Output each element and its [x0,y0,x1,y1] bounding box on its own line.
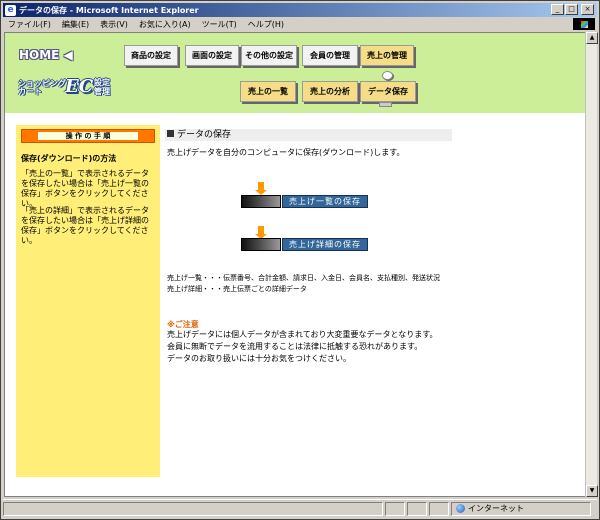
minimize-button[interactable]: _ [551,4,564,15]
status-zone-label: インターネット [468,504,524,513]
intro-text: 売上げデータを自分のコンピュータに保存(ダウンロード)します。 [167,148,405,157]
windows-logo-icon [573,18,595,30]
main-content: データの保存 売上げデータを自分のコンピュータに保存(ダウンロード)します。 売… [165,33,585,496]
square-bullet-icon [167,130,174,137]
logo-shop-text: ショッピング カート [18,79,66,96]
legend-sales-detail: 売上げ詳細・・・売上伝票ごとの詳細データ [167,285,307,293]
menu-tools[interactable]: ツール(T) [197,19,243,30]
globe-icon [456,504,465,513]
menu-help[interactable]: ヘルプ(H) [243,19,290,30]
status-bar: インターネット [3,499,597,517]
down-arrow-icon [255,182,267,195]
legend-sales-list: 売上げ一覧・・・伝票番号、合計金額、請求日、入金日、会員名、支払種別、発送状況 [167,274,440,282]
home-link[interactable]: HOME ◀ [19,48,73,62]
sidebar-heading: 保存(ダウンロード)の方法 [21,154,117,163]
logo-ec-text: EC [65,76,94,97]
status-cell [407,501,427,516]
menu-favorites[interactable]: お気に入り(A) [134,19,197,30]
status-zone: インターネット [451,501,591,516]
window-title: データの保存 - Microsoft Internet Explorer [19,5,199,15]
sidebar: 操 作 の 手 順 保存(ダウンロード)の方法 「売上の一覧」で表示されるデータ… [16,125,160,477]
save-sales-list-button[interactable]: 売上げ一覧の保存 [282,195,368,208]
vertical-scrollbar[interactable]: ▲ ▼ [585,32,598,497]
logo: ショッピング カート EC 設定 管理 [18,77,138,103]
down-arrow-icon [255,226,267,239]
save-sales-detail-button[interactable]: 売上げ詳細の保存 [282,238,368,251]
sidebar-text-1: 「売上の一覧」で表示されるデータを保存したい場合は「売上げ一覧の保存」ボタンをク… [21,169,149,208]
scroll-up-icon[interactable]: ▲ [586,32,598,44]
menu-file[interactable]: ファイル(F) [3,19,57,30]
logo-setting-text: 設定 管理 [94,78,110,96]
menu-bar: ファイル(F) 編集(E) 表示(V) お気に入り(A) ツール(T) ヘルプ(… [3,18,597,31]
status-cell [385,501,405,516]
status-cell [429,501,449,516]
maximize-button[interactable]: □ [565,4,578,15]
page-viewport: HOME ◀ ショッピング カート EC 設定 管理 商品の設定 画面の設定 そ… [4,32,587,497]
menu-edit[interactable]: 編集(E) [57,19,95,30]
ie-icon: e [5,4,16,16]
sidebar-text-2: 「売上の詳細」で表示されるデータを保存したい場合は「売上げ詳細の保存」ボタンをク… [21,206,149,245]
browser-window: e データの保存 - Microsoft Internet Explorer _… [0,0,600,520]
caution-text-1: 売上げデータには個人データが含まれており大変重要なデータとなります。 [167,330,438,339]
close-button[interactable]: × [581,4,594,15]
button-decoration [241,195,281,208]
caution-text-2: 会員に無断でデータを流用することは法律に抵触する恐れがあります。 [167,342,423,351]
sidebar-title: 操 作 の 手 順 [38,132,138,140]
button-decoration [241,238,281,251]
title-bar: e データの保存 - Microsoft Internet Explorer _… [3,3,597,17]
section-title-text: データの保存 [177,130,232,140]
scroll-down-icon[interactable]: ▼ [586,485,598,497]
status-message [3,501,383,516]
sidebar-title-bar: 操 作 の 手 順 [21,129,155,143]
section-title: データの保存 [165,129,452,141]
caution-text-3: データのお取り扱いには十分お気をつけください。 [167,354,351,363]
menu-view[interactable]: 表示(V) [95,19,134,30]
